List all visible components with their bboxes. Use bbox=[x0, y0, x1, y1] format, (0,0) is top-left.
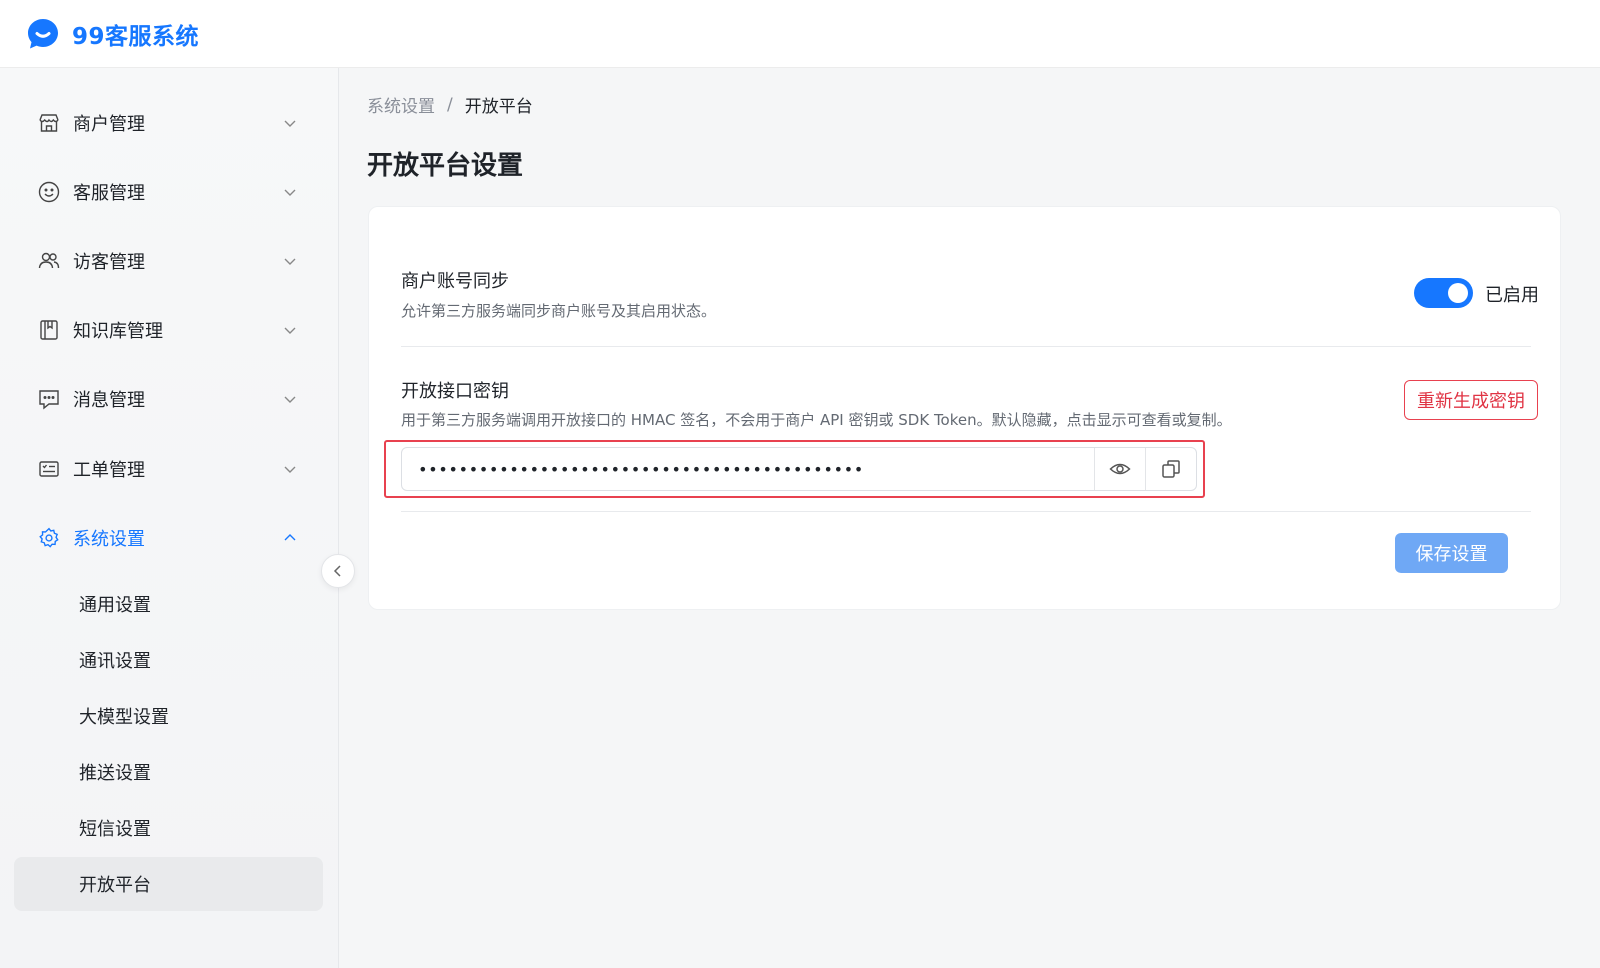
submenu-sms-settings[interactable]: 短信设置 bbox=[14, 801, 323, 855]
store-icon bbox=[37, 111, 61, 135]
smile-icon bbox=[37, 180, 61, 204]
sidebar: 商户管理 客服管理 访客管理 知识库管理 消息管理 工单管理 系统设置 通用设置… bbox=[0, 68, 339, 968]
submenu-push-settings[interactable]: 推送设置 bbox=[14, 745, 323, 799]
sync-status-label: 已启用 bbox=[1485, 285, 1539, 306]
book-icon bbox=[37, 318, 61, 342]
chevron-down-icon bbox=[284, 396, 296, 403]
message-icon bbox=[37, 387, 61, 411]
api-key-section-title: 开放接口密钥 bbox=[401, 381, 509, 402]
chevron-down-icon bbox=[284, 120, 296, 127]
submenu-communication-settings[interactable]: 通讯设置 bbox=[14, 633, 323, 687]
submenu-open-platform[interactable]: 开放平台 bbox=[14, 857, 323, 911]
menu-label: 知识库管理 bbox=[73, 321, 163, 342]
sync-toggle-switch[interactable] bbox=[1414, 278, 1473, 308]
api-key-input[interactable] bbox=[402, 448, 1094, 490]
regenerate-key-button[interactable]: 重新生成密钥 bbox=[1404, 380, 1538, 420]
menu-label: 访客管理 bbox=[73, 252, 145, 273]
chevron-down-icon bbox=[284, 466, 296, 473]
menu-message-management[interactable]: 消息管理 bbox=[0, 371, 339, 427]
section-divider bbox=[401, 346, 1531, 347]
menu-system-settings[interactable]: 系统设置 bbox=[0, 510, 339, 566]
save-settings-button[interactable]: 保存设置 bbox=[1395, 533, 1508, 573]
submenu-llm-settings[interactable]: 大模型设置 bbox=[14, 689, 323, 743]
sync-section-description: 允许第三方服务端同步商户账号及其启用状态。 bbox=[401, 302, 717, 320]
chevron-up-icon bbox=[284, 534, 296, 541]
breadcrumb: 系统设置 / 开放平台 bbox=[367, 92, 533, 118]
copy-icon bbox=[1162, 460, 1180, 478]
api-key-section-description: 用于第三方服务端调用开放接口的 HMAC 签名，不会用于商户 API 密钥或 S… bbox=[401, 411, 1232, 429]
menu-label: 客服管理 bbox=[73, 183, 145, 204]
menu-merchant-management[interactable]: 商户管理 bbox=[0, 95, 339, 151]
app-header: 99客服系统 bbox=[0, 0, 1600, 68]
menu-knowledge-base-management[interactable]: 知识库管理 bbox=[0, 302, 339, 358]
menu-agent-management[interactable]: 客服管理 bbox=[0, 164, 339, 220]
toggle-knob bbox=[1448, 283, 1468, 303]
show-key-button[interactable] bbox=[1094, 448, 1145, 490]
users-icon bbox=[37, 249, 61, 273]
chat-bubble-logo-icon bbox=[28, 18, 58, 48]
main-content: 系统设置 / 开放平台 开放平台设置 商户账号同步 允许第三方服务端同步商户账号… bbox=[340, 68, 1600, 968]
page-title: 开放平台设置 bbox=[367, 151, 524, 181]
app-logo-text: 99客服系统 bbox=[72, 23, 200, 50]
breadcrumb-current: 开放平台 bbox=[464, 97, 533, 117]
menu-label: 商户管理 bbox=[73, 114, 145, 135]
ticket-icon bbox=[37, 457, 61, 481]
submenu-general-settings[interactable]: 通用设置 bbox=[14, 577, 323, 631]
menu-visitor-management[interactable]: 访客管理 bbox=[0, 233, 339, 289]
breadcrumb-parent-link[interactable]: 系统设置 bbox=[367, 92, 435, 117]
copy-key-button[interactable] bbox=[1145, 448, 1196, 490]
breadcrumb-separator: / bbox=[447, 94, 453, 115]
section-divider bbox=[401, 511, 1531, 512]
menu-ticket-management[interactable]: 工单管理 bbox=[0, 441, 339, 497]
settings-card: 商户账号同步 允许第三方服务端同步商户账号及其启用状态。 已启用 开放接口密钥 … bbox=[368, 206, 1561, 610]
eye-icon bbox=[1109, 463, 1131, 475]
chevron-down-icon bbox=[284, 189, 296, 196]
menu-label: 消息管理 bbox=[73, 390, 145, 411]
api-key-field bbox=[401, 447, 1197, 491]
chevron-down-icon bbox=[284, 327, 296, 334]
menu-label: 系统设置 bbox=[73, 529, 145, 550]
chevron-down-icon bbox=[284, 258, 296, 265]
gear-icon bbox=[37, 526, 61, 550]
menu-label: 工单管理 bbox=[73, 460, 145, 481]
sync-section-title: 商户账号同步 bbox=[401, 271, 509, 292]
